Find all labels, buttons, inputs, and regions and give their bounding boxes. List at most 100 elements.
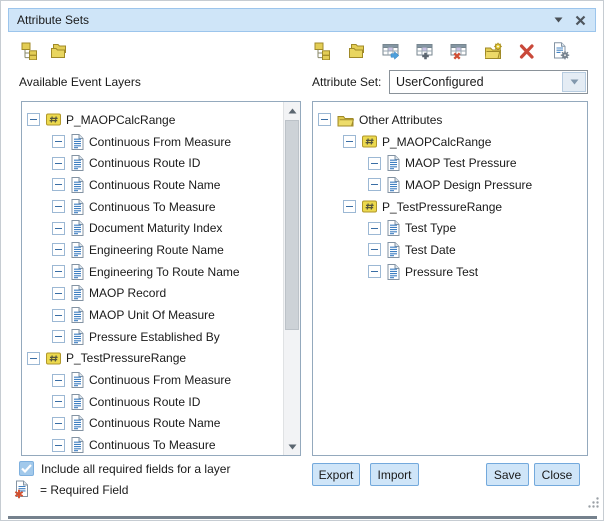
tree-item[interactable]: Engineering Route Name bbox=[22, 239, 283, 261]
collapse-toggle[interactable] bbox=[368, 243, 381, 256]
collapse-toggle[interactable] bbox=[52, 287, 65, 300]
delete-attribute-set-button[interactable] bbox=[518, 44, 536, 63]
collapse-toggle[interactable] bbox=[27, 113, 40, 126]
collapse-toggle[interactable] bbox=[368, 157, 381, 170]
tree-item[interactable]: MAOP Design Pressure bbox=[313, 174, 587, 196]
collapse-toggle[interactable] bbox=[52, 330, 65, 343]
minus-icon bbox=[55, 401, 62, 402]
available-event-layers-panel: P_MAOPCalcRange Continuous From Measure … bbox=[21, 101, 301, 456]
minus-icon bbox=[371, 228, 378, 229]
attribute-set-dropdown-button[interactable] bbox=[562, 72, 586, 92]
close-dialog-button[interactable] bbox=[575, 15, 586, 26]
configure-attribute-set-button[interactable] bbox=[552, 44, 570, 63]
dialog-titlebar[interactable]: Attribute Sets bbox=[8, 8, 596, 32]
collapse-toggle[interactable] bbox=[52, 439, 65, 452]
minus-icon bbox=[346, 206, 353, 207]
minus-icon bbox=[55, 293, 62, 294]
tree-item[interactable]: Document Maturity Index bbox=[22, 217, 283, 239]
tree-item[interactable]: Engineering To Route Name bbox=[22, 261, 283, 283]
export-button[interactable]: Export bbox=[312, 463, 360, 486]
tree-item[interactable]: Continuous Route Name bbox=[22, 174, 283, 196]
attribute-set-label: Attribute Set: bbox=[312, 75, 381, 89]
field-icon bbox=[71, 307, 84, 323]
tree-item[interactable]: P_MAOPCalcRange bbox=[22, 109, 283, 131]
resize-grip[interactable] bbox=[587, 496, 600, 514]
field-icon bbox=[387, 242, 400, 258]
expand-event-layers-button[interactable] bbox=[21, 44, 39, 63]
tree-item[interactable]: Other Attributes bbox=[313, 109, 587, 131]
attribute-set-value: UserConfigured bbox=[396, 75, 484, 89]
tree-item[interactable]: MAOP Unit Of Measure bbox=[22, 304, 283, 326]
event-layer-icon bbox=[46, 112, 61, 127]
scroll-down-button[interactable] bbox=[284, 438, 300, 455]
collapse-toggle[interactable] bbox=[343, 135, 356, 148]
tree-item[interactable]: MAOP Test Pressure bbox=[313, 152, 587, 174]
tree-item[interactable]: Continuous To Measure bbox=[22, 196, 283, 218]
tree-item[interactable]: Continuous From Measure bbox=[22, 369, 283, 391]
scrollbar-thumb[interactable] bbox=[285, 120, 299, 330]
event-layer-icon bbox=[362, 134, 377, 149]
include-required-fields-checkbox[interactable] bbox=[19, 461, 34, 476]
close-button[interactable]: Close bbox=[534, 463, 580, 486]
add-field-to-set-button[interactable] bbox=[382, 44, 400, 63]
vertical-scrollbar[interactable] bbox=[283, 102, 300, 455]
tree-item[interactable]: Pressure Test bbox=[313, 261, 587, 283]
minus-icon bbox=[55, 163, 62, 164]
tree-item[interactable]: Continuous To Measure bbox=[22, 434, 283, 455]
tree-item[interactable]: P_TestPressureRange bbox=[22, 348, 283, 370]
minus-icon bbox=[55, 315, 62, 316]
tree-item[interactable]: Test Date bbox=[313, 239, 587, 261]
collapse-toggle[interactable] bbox=[52, 374, 65, 387]
scroll-up-button[interactable] bbox=[284, 102, 300, 119]
collapse-toggle[interactable] bbox=[52, 135, 65, 148]
field-icon bbox=[71, 242, 84, 258]
event-layer-icon bbox=[46, 351, 61, 366]
collapse-toggle[interactable] bbox=[52, 222, 65, 235]
collapse-toggle[interactable] bbox=[368, 265, 381, 278]
collapse-toggle[interactable] bbox=[52, 395, 65, 408]
tree-item[interactable]: MAOP Record bbox=[22, 283, 283, 305]
field-icon bbox=[71, 329, 84, 345]
tree-item-label: Continuous To Measure bbox=[89, 438, 216, 452]
collapse-toggle[interactable] bbox=[343, 200, 356, 213]
minus-icon bbox=[55, 141, 62, 142]
collapse-toggle[interactable] bbox=[368, 178, 381, 191]
tree-item[interactable]: Test Type bbox=[313, 217, 587, 239]
collapse-toggle[interactable] bbox=[52, 243, 65, 256]
collapse-toggle[interactable] bbox=[318, 113, 331, 126]
new-attribute-table-button[interactable] bbox=[416, 44, 434, 63]
tree-item[interactable]: Continuous Route Name bbox=[22, 413, 283, 435]
collapse-toggle[interactable] bbox=[52, 265, 65, 278]
collapse-event-layers-button[interactable] bbox=[50, 44, 68, 63]
field-icon bbox=[71, 177, 84, 193]
save-button[interactable]: Save bbox=[486, 463, 529, 486]
collapse-attributes-button[interactable] bbox=[348, 44, 366, 63]
collapse-toggle[interactable] bbox=[52, 178, 65, 191]
tree-item[interactable]: Continuous From Measure bbox=[22, 131, 283, 153]
collapse-toggle[interactable] bbox=[52, 200, 65, 213]
field-icon bbox=[71, 415, 84, 431]
dialog-title: Attribute Sets bbox=[17, 13, 89, 27]
titlebar-menu-button[interactable] bbox=[554, 17, 563, 23]
tree-item[interactable]: P_MAOPCalcRange bbox=[313, 131, 587, 153]
collapse-toggle[interactable] bbox=[27, 352, 40, 365]
minus-icon bbox=[55, 249, 62, 250]
tree-item[interactable]: P_TestPressureRange bbox=[313, 196, 587, 218]
tree-item[interactable]: Continuous Route ID bbox=[22, 152, 283, 174]
remove-attribute-table-button[interactable] bbox=[450, 44, 468, 63]
collapse-toggle[interactable] bbox=[52, 309, 65, 322]
tree-item-label: Continuous To Measure bbox=[89, 200, 216, 214]
expand-attributes-button[interactable] bbox=[314, 44, 332, 63]
tree-item[interactable]: Continuous Route ID bbox=[22, 391, 283, 413]
attribute-set-combobox[interactable]: UserConfigured bbox=[389, 70, 588, 94]
collapse-toggle[interactable] bbox=[368, 222, 381, 235]
close-icon bbox=[575, 15, 586, 26]
folders-icon bbox=[50, 42, 68, 65]
new-attribute-set-button[interactable] bbox=[484, 44, 502, 63]
collapse-toggle[interactable] bbox=[52, 157, 65, 170]
minus-icon bbox=[55, 423, 62, 424]
tree-item-label: MAOP Test Pressure bbox=[405, 156, 517, 170]
tree-item[interactable]: Pressure Established By bbox=[22, 326, 283, 348]
import-button[interactable]: Import bbox=[370, 463, 419, 486]
collapse-toggle[interactable] bbox=[52, 417, 65, 430]
